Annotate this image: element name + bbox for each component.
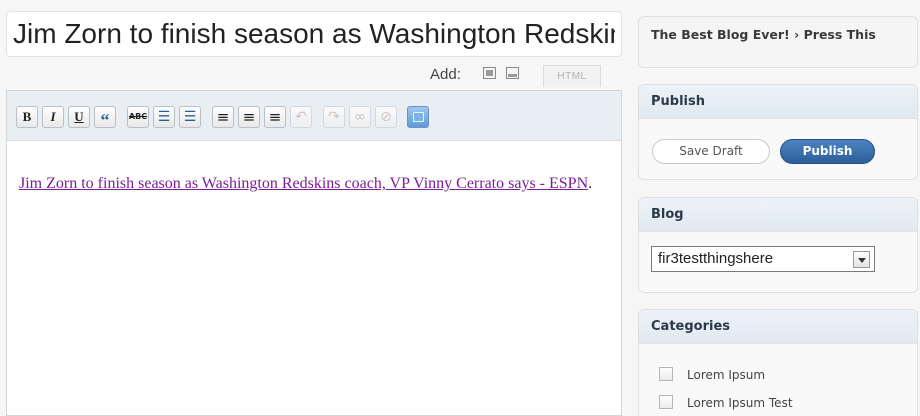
formatting-toolbar: B I U “ ABC ☰ ☰ ≡ ≡ ≡ ↶ ↷ ∞ ⊘ [7,91,621,141]
bold-button[interactable]: B [16,106,38,128]
blog-select[interactable]: fir3testthingshere [651,246,875,272]
category-label: Lorem Ipsum Test [687,396,793,410]
fullscreen-icon [412,112,424,122]
publish-button[interactable]: Publish [780,139,875,164]
unlink-button[interactable]: ⊘ [375,106,397,128]
blog-select-value: fir3testthingshere [658,250,774,267]
blog-heading: Blog [639,198,917,232]
chevron-down-icon[interactable] [853,251,870,268]
align-left-button[interactable]: ≡ [212,106,234,128]
publish-panel: Publish Save Draft Publish [638,84,918,180]
media-icon[interactable] [506,67,519,79]
media-toolbar: Add: HTML [6,62,606,88]
category-label: Lorem Ipsum [687,368,766,382]
align-right-button[interactable]: ≡ [264,106,286,128]
image-icon[interactable] [483,67,496,79]
blog-panel: Blog fir3testthingshere [638,197,918,293]
add-media-label: Add: [430,66,461,83]
blockquote-button[interactable]: “ [94,106,116,130]
post-title-input[interactable] [7,12,621,56]
align-center-button[interactable]: ≡ [238,106,260,128]
undo-button[interactable]: ↶ [290,106,312,128]
italic-button[interactable]: I [42,106,64,128]
blog-title-panel: The Best Blog Ever! › Press This [638,16,918,68]
category-checkbox[interactable] [659,367,673,381]
fullscreen-button[interactable] [407,106,429,128]
html-tab[interactable]: HTML [543,65,601,87]
numbered-list-button[interactable]: ☰ [179,106,201,128]
publish-heading: Publish [639,85,917,119]
category-checkbox[interactable] [659,395,673,409]
blog-title: The Best Blog Ever! › Press This [651,27,876,42]
save-draft-button[interactable]: Save Draft [652,139,770,164]
categories-heading: Categories [639,310,917,344]
post-title-field[interactable] [6,11,622,57]
link-button[interactable]: ∞ [349,106,371,128]
categories-panel: Categories Lorem Ipsum Lorem Ipsum Test [638,309,918,416]
underline-button[interactable]: U [68,106,90,128]
post-editor[interactable]: B I U “ ABC ☰ ☰ ≡ ≡ ≡ ↶ ↷ ∞ ⊘ Jim Zorn t… [6,90,622,416]
content-suffix: . [588,175,593,192]
editor-content[interactable]: Jim Zorn to finish season as Washington … [19,171,599,196]
redo-button[interactable]: ↷ [323,106,345,128]
source-link[interactable]: Jim Zorn to finish season as Washington … [19,175,588,192]
bullet-list-button[interactable]: ☰ [153,106,175,128]
strikethrough-button[interactable]: ABC [127,106,149,128]
